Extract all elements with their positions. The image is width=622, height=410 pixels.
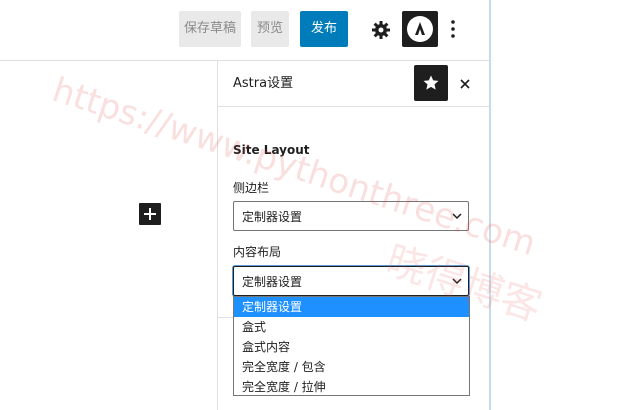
preview-button[interactable]: 预览 xyxy=(251,11,289,47)
sidebar-field-label: 侧边栏 xyxy=(233,181,270,195)
star-icon xyxy=(423,75,439,90)
pin-panel-button[interactable] xyxy=(414,65,448,101)
section-title: Site Layout xyxy=(233,143,310,157)
sidebar-select[interactable]: 定制器设置 xyxy=(233,201,469,231)
plus-icon xyxy=(144,208,156,220)
section-divider xyxy=(218,317,234,318)
dropdown-option[interactable]: 盒式内容 xyxy=(234,337,469,357)
dropdown-option[interactable]: 盒式 xyxy=(234,317,469,337)
astra-settings-toggle[interactable] xyxy=(402,11,438,47)
chevron-down-icon xyxy=(452,278,462,285)
viewport-edge xyxy=(489,0,491,410)
save-draft-button[interactable]: 保存草稿 xyxy=(179,11,241,47)
dropdown-option[interactable]: 完全宽度 / 拉伸 xyxy=(234,377,469,397)
gear-icon[interactable] xyxy=(369,18,393,42)
watermark-url: https://www.pythonthree.com xyxy=(47,70,541,265)
vertical-ellipsis-icon[interactable] xyxy=(445,17,461,41)
content-layout-field-label: 内容布局 xyxy=(233,245,282,259)
dropdown-option[interactable]: 定制器设置 xyxy=(234,297,469,317)
add-block-button[interactable] xyxy=(139,203,161,225)
sidebar-select-value: 定制器设置 xyxy=(242,210,303,224)
content-layout-select-value: 定制器设置 xyxy=(242,275,303,289)
chevron-down-icon xyxy=(452,213,462,220)
panel-title: Astra设置 xyxy=(233,76,294,91)
content-layout-select[interactable]: 定制器设置 xyxy=(233,266,469,296)
content-layout-dropdown: 定制器设置 盒式 盒式内容 完全宽度 / 包含 完全宽度 / 拉伸 xyxy=(233,296,470,396)
close-icon xyxy=(460,79,470,89)
astra-logo-mark xyxy=(415,22,425,35)
sidebar-divider xyxy=(217,60,218,410)
editor-top-toolbar: 保存草稿 预览 发布 xyxy=(0,0,489,61)
sidebar-header-divider xyxy=(218,106,489,107)
publish-button[interactable]: 发布 xyxy=(300,11,348,47)
close-panel-button[interactable] xyxy=(457,76,473,92)
dropdown-option[interactable]: 完全宽度 / 包含 xyxy=(234,357,469,377)
